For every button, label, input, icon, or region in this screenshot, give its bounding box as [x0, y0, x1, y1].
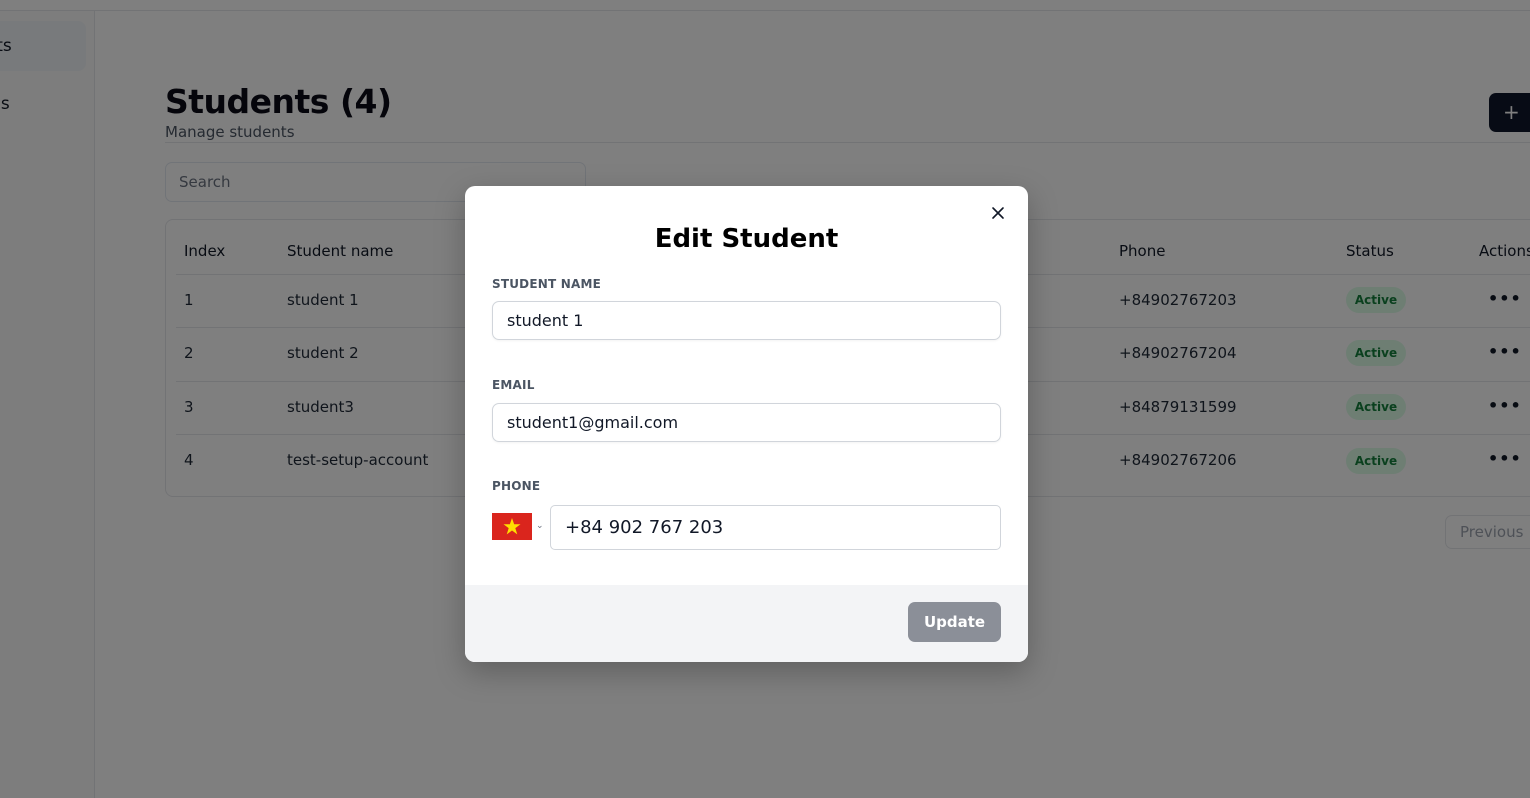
dialog-footer: Update: [465, 585, 1028, 662]
close-icon[interactable]: [988, 203, 1008, 223]
app-root: Students Sessions Students (4) Manage st…: [0, 0, 1530, 798]
student-name-field[interactable]: student 1: [492, 301, 1001, 340]
student-name-label: STUDENT NAME: [492, 277, 602, 291]
email-label: EMAIL: [492, 378, 535, 392]
chevron-down-icon: ⌄: [536, 521, 544, 531]
phone-label: PHONE: [492, 479, 541, 493]
phone-field[interactable]: +84 902 767 203: [550, 505, 1001, 550]
email-field[interactable]: student1@gmail.com: [492, 403, 1001, 442]
dialog-title: Edit Student: [654, 224, 839, 254]
vietnam-flag-icon: [492, 513, 532, 540]
edit-student-dialog: Edit Student STUDENT NAME student 1 EMAI…: [465, 186, 1028, 662]
update-button[interactable]: Update: [908, 602, 1001, 642]
country-code-select[interactable]: ⌄: [492, 513, 547, 541]
